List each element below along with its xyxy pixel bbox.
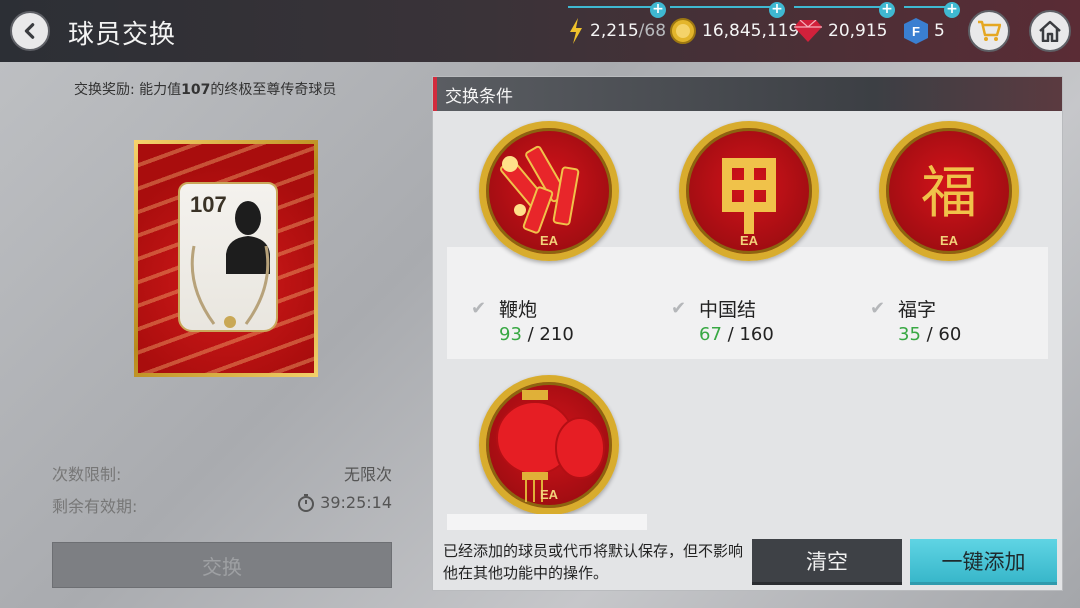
ea-logo: EA (539, 233, 559, 248)
energy-currency: + 2,215/68 (568, 2, 667, 48)
chinese-knot-token[interactable]: EA (679, 121, 819, 261)
check-icon: ✔ (671, 298, 687, 319)
chevron-left-icon (24, 23, 35, 39)
home-button[interactable] (1029, 10, 1071, 52)
requirement-fu: ✔ 福字 35 / 60 (870, 295, 962, 345)
points-currency: + F 5 (904, 2, 960, 48)
ea-logo: EA (739, 233, 759, 248)
store-button[interactable] (968, 10, 1010, 52)
validity-value: 39:25:14 (320, 493, 392, 512)
reward-suffix: 的终极至尊传奇球员 (210, 82, 337, 98)
conditions-header: 交换条件 (433, 77, 1062, 111)
reward-rating: 107 (181, 82, 211, 98)
ea-logo: EA (539, 487, 559, 502)
exchange-button[interactable]: 交换 (52, 542, 392, 588)
svg-text:F: F (912, 24, 920, 39)
points-add-button[interactable]: + (944, 2, 960, 18)
requirement-name: 鞭炮 (499, 299, 538, 321)
points-value: 5 (934, 21, 945, 41)
gems-currency: + 20,915 (794, 2, 895, 48)
reward-prefix: 交换奖励: 能力值 (74, 82, 182, 98)
requirement-need: / 60 (920, 324, 962, 345)
timer-icon (298, 493, 315, 512)
coins-value: 16,845,119 (702, 21, 800, 41)
laurel-icon (190, 245, 270, 328)
energy-value: 2,215 (590, 21, 639, 41)
fu-character: 福 (921, 161, 977, 226)
requirement-have: 67 (699, 324, 722, 345)
requirement-firecracker: ✔ 鞭炮 93 / 210 (471, 295, 574, 345)
reward-label: 交换奖励: 能力值107的终极至尊传奇球员 (74, 79, 336, 99)
ea-logo: EA (939, 233, 959, 248)
validity-label: 剩余有效期: (52, 497, 138, 516)
conditions-panel: 交换条件 ✔ 鞭炮 93 / 210 ✔ 中国结 67 / 160 ✔ 福字 35 /… (432, 76, 1063, 591)
page-title: 球员交换 (68, 20, 177, 50)
lantern-requirement-placeholder (447, 514, 647, 530)
validity-value-wrap: 39:25:14 (298, 493, 392, 512)
requirement-name: 中国结 (699, 299, 757, 321)
limit-label: 次数限制: (52, 465, 122, 484)
requirements-row: ✔ 鞭炮 93 / 210 ✔ 中国结 67 / 160 ✔ 福字 35 / 60 (447, 247, 1048, 359)
fu-token[interactable]: 福 EA (879, 121, 1019, 261)
firecracker-token[interactable]: EA (479, 121, 619, 261)
check-icon: ✔ (870, 298, 886, 319)
lightning-icon (568, 18, 584, 44)
requirement-have: 35 (898, 324, 921, 345)
requirement-have: 93 (499, 324, 522, 345)
energy-max: /68 (638, 21, 667, 41)
coins-currency: + 16,845,119 (670, 2, 800, 48)
top-bar: 球员交换 + 2,215/68 + 16,845,119 + 20,915 + … (0, 0, 1080, 62)
energy-add-button[interactable]: + (650, 2, 666, 18)
limit-value: 无限次 (343, 465, 392, 484)
requirement-need: / 210 (521, 324, 574, 345)
fifa-points-icon: F (904, 18, 928, 44)
auto-add-button[interactable]: 一键添加 (910, 539, 1057, 585)
gems-add-button[interactable]: + (879, 2, 895, 18)
clear-button[interactable]: 清空 (752, 539, 902, 585)
coin-icon (670, 18, 696, 44)
gems-underline (794, 6, 886, 8)
coins-underline (670, 6, 776, 8)
back-button[interactable] (10, 11, 50, 51)
coins-add-button[interactable]: + (769, 2, 785, 18)
home-icon (1039, 20, 1061, 42)
reward-pack-background: 107 (138, 144, 314, 373)
save-note: 已经添加的球员或代币将默认保存，但不影响他在其他功能中的操作。 (443, 542, 744, 582)
requirement-need: / 160 (721, 324, 774, 345)
cart-icon (978, 20, 1001, 41)
requirement-chinese-knot: ✔ 中国结 67 / 160 (671, 295, 774, 345)
lantern-token[interactable]: EA (479, 375, 619, 515)
reward-pack-card[interactable]: 107 (134, 140, 318, 377)
requirement-name: 福字 (898, 299, 937, 321)
check-icon: ✔ (471, 298, 487, 319)
gems-value: 20,915 (828, 21, 888, 41)
player-card: 107 (178, 182, 278, 332)
gem-icon (794, 20, 822, 42)
energy-underline (568, 6, 660, 8)
